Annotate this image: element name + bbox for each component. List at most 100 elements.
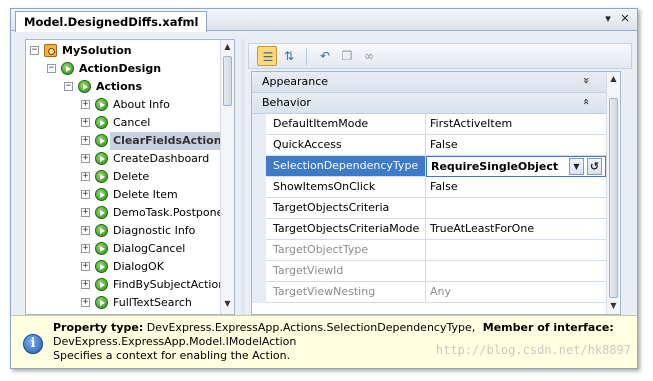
category-row[interactable]: Appearance » [252,72,606,93]
link-button[interactable]: ∞ [359,46,379,66]
tree-item[interactable]: − ActionDesign [26,60,218,78]
member-of-interface-label: Member of interface: [482,321,614,334]
green-node-icon [95,278,108,291]
property-value[interactable] [426,261,606,282]
scroll-up-icon[interactable]: ▲ [221,41,234,53]
property-name[interactable]: TargetObjectsCriteriaMode [266,219,426,240]
tree-item[interactable]: − MySolution [26,42,218,60]
property-value[interactable] [426,198,606,219]
property-row[interactable]: TargetViewId [252,261,606,282]
close-icon[interactable]: ✕ [618,12,632,26]
expand-chevron-icon[interactable]: » [580,77,593,84]
property-row[interactable]: DefaultItemMode FirstActiveItem [252,114,606,135]
green-node-icon [95,98,108,111]
undo-button[interactable]: ↶ [315,46,335,66]
document-tab[interactable]: Model.DesignedDiffs.xafml [15,11,208,32]
green-node-icon [95,116,108,129]
property-name[interactable]: TargetViewNesting [266,282,426,303]
property-grid-toolbar: ☰ ⇅ ↶ ❐ ∞ [248,43,632,69]
property-row[interactable]: QuickAccess False [252,135,606,156]
tree-scroll-thumb[interactable] [223,56,232,106]
scroll-down-icon[interactable]: ▼ [607,300,620,312]
expand-icon[interactable]: + [81,208,90,217]
reset-value-icon[interactable]: ↺ [587,158,602,175]
property-name[interactable]: TargetObjectsCriteria [266,198,426,219]
property-name[interactable]: TargetObjectType [266,240,426,261]
tree-item[interactable]: + DemoTask.Postpone [26,204,223,222]
property-value[interactable]: TrueAtLeastForOne [426,219,606,240]
tree-item[interactable]: + CreateDashboard [26,150,218,168]
expand-icon[interactable]: + [81,226,90,235]
tree-item-label: DialogOK [113,260,164,273]
collapse-icon[interactable]: − [47,64,56,73]
tree-item[interactable]: + FullTextSearch [26,294,218,312]
tab-menu-icon[interactable]: ▾ [601,12,615,26]
tree-scrollbar[interactable]: ▲ ▼ [220,40,234,314]
copy-button[interactable]: ❐ [337,46,357,66]
property-value[interactable] [426,240,606,261]
alphabetical-sort-button[interactable]: ⇅ [279,46,299,66]
tree-item-label: Delete Item [113,188,178,201]
collapse-chevron-icon[interactable]: « [580,98,593,105]
scroll-up-icon[interactable]: ▲ [607,73,620,85]
green-node-icon [61,62,74,75]
tree-item[interactable]: + DialogCancel [26,240,218,258]
property-row[interactable]: TargetViewNesting Any [252,282,606,303]
property-value-text: Any [430,285,452,298]
tree-item[interactable]: + DialogOK [26,258,218,276]
tree-item[interactable]: + Delete Item [26,186,218,204]
tree-item-label: Actions [96,80,142,93]
expand-icon[interactable]: + [81,244,90,253]
toolbar-separator [306,48,307,65]
info-icon: i [23,334,43,354]
tree-item[interactable]: + Cancel [26,114,218,132]
expand-icon[interactable]: + [81,154,90,163]
expand-icon[interactable]: + [81,136,90,145]
tree-item[interactable]: + Diagnostic Info [26,222,218,240]
property-row[interactable]: SelectionDependencyType RequireSingleObje… [252,156,606,177]
panel-splitter[interactable] [241,39,245,315]
tree-item[interactable]: + About Info [26,96,218,114]
expand-icon[interactable]: + [81,262,90,271]
grid-scroll-thumb[interactable] [609,98,618,298]
expand-icon[interactable]: + [81,280,90,289]
property-name[interactable]: SelectionDependencyType [266,156,426,177]
green-node-icon [95,260,108,273]
expand-icon[interactable]: + [81,190,90,199]
category-row[interactable]: Behavior « [252,93,606,114]
expand-icon[interactable]: + [81,118,90,127]
property-row[interactable]: ShowItemsOnClick False [252,177,606,198]
property-name[interactable]: DefaultItemMode [266,114,426,135]
property-value-editor[interactable]: RequireSingleObject ▼ ↺ [426,156,606,177]
categorized-view-button[interactable]: ☰ [257,46,277,66]
tree-item[interactable]: + Delete [26,168,218,186]
grid-scrollbar[interactable]: ▲ ▼ [606,72,620,314]
collapse-icon[interactable]: − [30,46,39,55]
property-value[interactable]: Any [426,282,606,303]
property-row[interactable]: TargetObjectType [252,240,606,261]
tree-item-label: ClearFieldsAction [110,132,225,150]
property-row[interactable]: TargetObjectsCriteriaMode TrueAtLeastForO… [252,219,606,240]
dropdown-arrow-icon[interactable]: ▼ [569,158,584,175]
property-name[interactable]: TargetViewId [266,261,426,282]
property-value[interactable]: FirstActiveItem [426,114,606,135]
tree-item[interactable]: + FindBySubjectAction [26,276,225,294]
row-indent [252,135,266,156]
category-label: Appearance [262,75,329,88]
row-indent [252,282,266,303]
expand-icon[interactable]: + [81,298,90,307]
property-value-text: False [430,138,458,151]
collapse-icon[interactable]: − [64,82,73,91]
alphabetical-sort-icon: ⇅ [283,49,295,63]
property-value[interactable]: False [426,177,606,198]
property-value[interactable]: False [426,135,606,156]
scroll-down-icon[interactable]: ▼ [221,298,234,310]
tree-item[interactable]: − Actions [26,78,218,96]
property-name[interactable]: QuickAccess [266,135,426,156]
tree-item[interactable]: + ClearFieldsAction [26,132,225,150]
property-name[interactable]: ShowItemsOnClick [266,177,426,198]
property-row[interactable]: TargetObjectsCriteria [252,198,606,219]
expand-icon[interactable]: + [81,172,90,181]
expand-icon[interactable]: + [81,100,90,109]
tree-item-label: FindBySubjectAction [113,278,226,291]
